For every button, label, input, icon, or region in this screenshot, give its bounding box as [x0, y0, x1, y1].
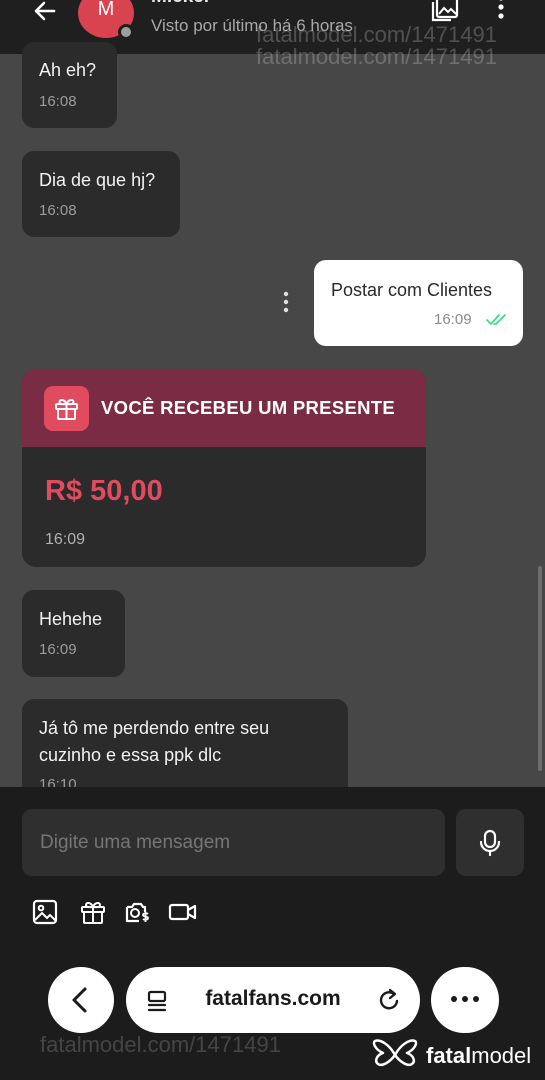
video-icon[interactable]: [168, 898, 198, 926]
browser-menu-button[interactable]: [431, 967, 499, 1033]
watermark: fatalmodel.com/1471491: [256, 44, 497, 69]
message-time: 16:10: [39, 776, 77, 787]
scrollbar[interactable]: [538, 566, 542, 771]
brand-wordmark-light: model: [471, 1043, 532, 1068]
presence-dot: [118, 24, 134, 40]
message-text: Hehehe: [39, 609, 103, 629]
avatar-initial: M: [97, 0, 115, 20]
message-time: 16:09: [434, 311, 472, 328]
browser-back-button[interactable]: [48, 967, 114, 1033]
brand-wordmark: fatalmodel: [426, 1043, 531, 1069]
gift-icon: [55, 398, 78, 420]
message-time: 16:09: [39, 641, 77, 658]
browser-url-bar[interactable]: fatalfans.com: [126, 967, 420, 1033]
message-bubble-incoming[interactable]: Dia de que hj? 16:08: [22, 151, 180, 237]
message-bubble-outgoing[interactable]: Postar com Clientes 16:09: [314, 260, 523, 346]
gift-title: VOCÊ RECEBEU UM PRESENTE: [101, 397, 395, 418]
gift-card[interactable]: VOCÊ RECEBEU UM PRESENTE R$ 50,00 16:09: [22, 369, 426, 567]
message-text: Dia de que hj?: [39, 170, 156, 190]
reload-icon[interactable]: [376, 986, 402, 1014]
message-text: Já tô me perdendo entre seu: [39, 718, 270, 738]
brand-wordmark-bold: fatal: [426, 1043, 472, 1068]
image-icon[interactable]: [31, 898, 59, 926]
contact-name[interactable]: Mickel: [151, 0, 209, 8]
watermark: fatalmodel.com/1471491: [40, 1032, 281, 1057]
message-text: Ah eh?: [39, 60, 97, 80]
message-bubble-incoming[interactable]: Já tô me perdendo entre seu cuzinho e es…: [22, 699, 348, 787]
gift-icon[interactable]: [79, 898, 107, 926]
mic-icon: [479, 829, 501, 857]
tabs-icon[interactable]: [146, 989, 170, 1013]
message-time: 16:08: [39, 93, 77, 110]
gift-icon-box: [44, 386, 89, 431]
camera-money-icon[interactable]: [124, 898, 152, 926]
more-vertical-icon[interactable]: [490, 0, 512, 24]
message-options-icon[interactable]: [278, 290, 294, 316]
message-time: 16:09: [45, 531, 86, 548]
back-icon[interactable]: [30, 0, 60, 26]
double-check-icon: [486, 314, 506, 325]
message-text: Postar com Clientes: [331, 280, 493, 300]
message-time: 16:08: [39, 202, 77, 219]
more-horizontal-icon: [451, 996, 479, 1002]
message-text: cuzinho e essa ppk dlc: [39, 745, 222, 765]
message-bubble-incoming[interactable]: Ah eh? 16:08: [22, 42, 117, 128]
gift-amount: R$ 50,00: [45, 475, 163, 507]
gift-card-header: VOCÊ RECEBEU UM PRESENTE: [22, 369, 426, 447]
mic-button[interactable]: [456, 809, 524, 876]
gallery-icon[interactable]: [430, 0, 460, 24]
message-bubble-incoming[interactable]: Hehehe 16:09: [22, 590, 125, 677]
butterfly-logo-icon: [372, 1039, 418, 1067]
url-text[interactable]: fatalfans.com: [168, 987, 378, 1011]
message-input[interactable]: [22, 809, 445, 876]
chevron-left-icon: [72, 987, 87, 1013]
